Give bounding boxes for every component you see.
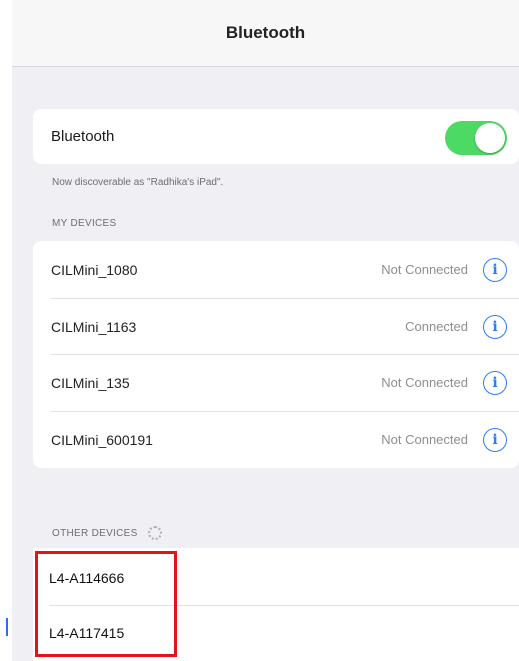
loading-spinner-icon	[147, 526, 162, 540]
row-divider	[51, 298, 519, 299]
toggle-knob	[475, 123, 505, 153]
device-row[interactable]: CILMini_1080 Not Connected i	[33, 241, 519, 298]
device-status: Connected	[405, 319, 468, 334]
device-row[interactable]: CILMini_600191 Not Connected i	[33, 411, 519, 468]
info-icon[interactable]: i	[483, 257, 507, 282]
bluetooth-toggle-row: Bluetooth	[33, 109, 519, 164]
device-status: Not Connected	[381, 432, 468, 447]
bluetooth-toggle-switch[interactable]	[445, 121, 507, 155]
my-devices-list: CILMini_1080 Not Connected i CILMini_116…	[33, 241, 519, 468]
page-title: Bluetooth	[225, 23, 306, 42]
highlight-box	[35, 551, 177, 657]
left-edge-strip	[0, 0, 12, 661]
row-divider	[51, 354, 519, 355]
row-divider	[51, 411, 519, 412]
device-row[interactable]: CILMini_1163 Connected i	[33, 298, 519, 355]
other-devices-header: OTHER DEVICES	[52, 526, 162, 540]
device-name: CILMini_1163	[51, 318, 137, 335]
info-icon[interactable]: i	[483, 314, 507, 339]
device-status: Not Connected	[381, 262, 468, 277]
info-icon[interactable]: i	[483, 427, 507, 452]
device-name: CILMini_135	[51, 374, 130, 391]
device-status: Not Connected	[381, 375, 468, 390]
bluetooth-label: Bluetooth	[51, 128, 115, 145]
other-devices-label: OTHER DEVICES	[52, 527, 138, 539]
nav-bar: Bluetooth	[12, 0, 519, 67]
my-devices-header: MY DEVICES	[52, 218, 117, 229]
discoverable-note: Now discoverable as "Radhika's iPad".	[52, 177, 224, 188]
device-name: CILMini_600191	[51, 431, 153, 448]
device-row[interactable]: CILMini_135 Not Connected i	[33, 354, 519, 411]
device-name: CILMini_1080	[51, 261, 138, 278]
info-icon[interactable]: i	[483, 370, 507, 395]
edge-marker	[6, 618, 8, 636]
